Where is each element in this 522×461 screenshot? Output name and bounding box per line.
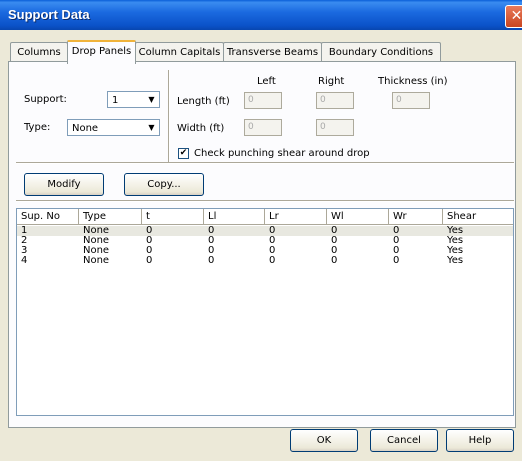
table-cell: 0 [208, 255, 215, 266]
column-header[interactable]: Sup. No [17, 209, 79, 224]
cancel-button[interactable]: Cancel [370, 429, 438, 452]
length-right-field[interactable]: 0 [316, 92, 354, 109]
chevron-down-icon: ▼ [148, 123, 155, 132]
type-label: Type: [24, 122, 51, 133]
table-cell: 0 [269, 255, 276, 266]
column-header[interactable]: Lr [265, 209, 327, 224]
column-header[interactable]: Wl [327, 209, 389, 224]
checkmark-icon: ✔ [179, 148, 188, 158]
divider [16, 200, 514, 202]
ok-button[interactable]: OK [290, 429, 358, 452]
chevron-down-icon: ▼ [148, 95, 155, 104]
title-bar[interactable]: Support Data ✕ [0, 0, 522, 30]
window-title: Support Data [8, 7, 90, 22]
tab-columns[interactable]: Columns [10, 42, 68, 62]
tab-transverse-beams[interactable]: Transverse Beams [223, 42, 322, 62]
support-data-dialog: Support Data ✕ Columns Drop Panels Colum… [0, 0, 522, 461]
table-header: Sup. No Type t Ll Lr Wl Wr Shear [17, 209, 513, 225]
close-icon: ✕ [510, 8, 522, 24]
column-header[interactable]: Wr [389, 209, 443, 224]
table-cell: 0 [146, 255, 153, 266]
column-header[interactable]: Shear [443, 209, 513, 224]
table-cell: 4 [21, 255, 28, 266]
table-cell: 0 [331, 255, 338, 266]
column-header[interactable]: Ll [204, 209, 265, 224]
divider [16, 162, 514, 164]
table-cell: Yes [447, 255, 464, 266]
vertical-divider [168, 70, 170, 162]
punching-shear-label: Check punching shear around drop [194, 148, 370, 159]
drop-panel-table[interactable]: Sup. No Type t Ll Lr Wl Wr Shear 1 None … [16, 208, 514, 416]
type-select[interactable]: None ▼ [67, 119, 160, 136]
width-left-field[interactable]: 0 [244, 119, 282, 136]
punching-shear-checkbox[interactable]: ✔ [178, 148, 189, 159]
table-cell: None [83, 255, 110, 266]
column-header[interactable]: t [142, 209, 204, 224]
thickness-column-header: Thickness (in) [378, 76, 448, 87]
thickness-field[interactable]: 0 [392, 92, 430, 109]
close-button[interactable]: ✕ [505, 5, 522, 28]
left-column-header: Left [257, 76, 276, 87]
width-right-field[interactable]: 0 [316, 119, 354, 136]
length-label: Length (ft) [177, 96, 230, 107]
support-select[interactable]: 1 ▼ [107, 91, 160, 108]
table-cell: 0 [393, 255, 400, 266]
help-button[interactable]: Help [446, 429, 514, 452]
right-column-header: Right [318, 76, 345, 87]
length-left-field[interactable]: 0 [244, 92, 282, 109]
table-row[interactable]: 4 None 0 0 0 0 0 Yes [17, 256, 513, 266]
tab-boundary-conditions[interactable]: Boundary Conditions [321, 42, 441, 62]
width-label: Width (ft) [177, 123, 225, 134]
tab-drop-panels[interactable]: Drop Panels [67, 40, 136, 64]
tab-column-capitals[interactable]: Column Capitals [135, 42, 224, 62]
support-label: Support: [24, 94, 67, 105]
modify-button[interactable]: Modify [24, 173, 104, 196]
copy-button[interactable]: Copy... [124, 173, 204, 196]
column-header[interactable]: Type [79, 209, 142, 224]
